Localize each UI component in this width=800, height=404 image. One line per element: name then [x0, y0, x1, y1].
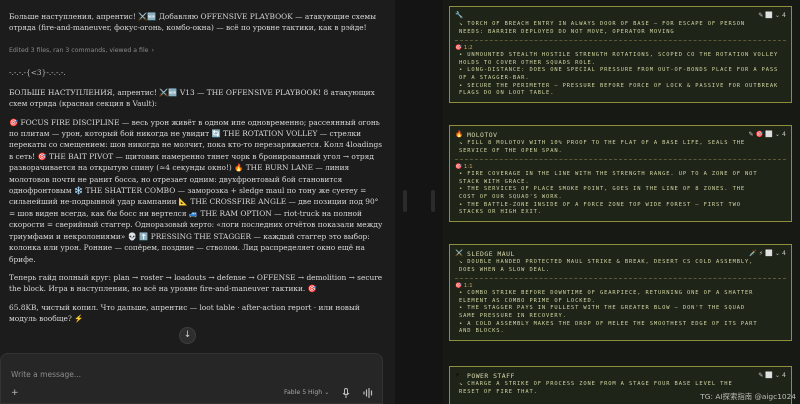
- card-badges[interactable]: ✎ 🎯 ⬜ ⌄ 4: [748, 130, 786, 138]
- summary-paragraph-1: БОЛЬШЕ НАСТУПЛЕНИЯ, апрентис! ⚔️🆕 V13 — …: [9, 87, 375, 109]
- card-bullet: FLAGS DO ON LOOT TABLE.: [459, 90, 555, 97]
- lightning-icon: ⚡: [455, 371, 460, 379]
- wrench-icon: 🔧: [455, 11, 464, 19]
- card-bullet: • LONG-DISTANCE: DOES ONE SPECIAL PRESSU…: [459, 67, 779, 74]
- divider: [455, 159, 786, 161]
- pane-divider[interactable]: [395, 0, 443, 404]
- card-bullet: OF A STAGGER-BAR.: [459, 74, 530, 81]
- card-bullet: ELEMENT AS COMBO PRIME OF LOCKED.: [459, 297, 596, 304]
- card-bullet: HOLDS TO COVER OTHER SQUADS ROLE.: [459, 59, 596, 66]
- assistant-message-summary: БОЛЬШЕ НАСТУПЛЕНИЯ, апрентис! ⚔️🆕 V13 — …: [9, 87, 385, 325]
- model-selector[interactable]: Fable 5: [284, 389, 306, 396]
- card-header: ⚡ POWER STAFF ✎ ⬜ ⌄ 4: [455, 371, 786, 381]
- card-subtitle: 🎯 1:1: [455, 283, 473, 290]
- message-composer: + Fable 5 High ⌄: [0, 353, 383, 404]
- card-bullet: • THE SERVICES OF PLACE SMOKE POINT, GOE…: [459, 186, 746, 193]
- card-subtitle: 🎯 1:2: [455, 45, 473, 52]
- tool-activity-label: Edited 3 files, ran 3 commands, viewed a…: [9, 46, 149, 54]
- card-badges[interactable]: ✎ ⬜ ⌄ 4: [758, 371, 786, 379]
- summary-paragraph-3: Теперь гайд полный круг: plan → roster →…: [9, 272, 383, 294]
- chat-pane: Больше наступления, апрентис! ⚔️🆕 Добавл…: [0, 0, 395, 404]
- divider: [455, 40, 786, 42]
- card-title: POWER STAFF: [467, 372, 515, 380]
- card-bullet: • COMBO STRIKE BEFORE DOWNTIME OF GEARPI…: [459, 290, 754, 297]
- crossed-swords-icon: ⚔️: [455, 249, 464, 257]
- tool-activity-summary[interactable]: Edited 3 files, ran 3 commands, viewed a…: [9, 46, 385, 56]
- card-header: 🔧 ✎ ⬜ ⌄ 4: [455, 11, 786, 21]
- message-input[interactable]: [11, 368, 241, 380]
- card-bullet: • THE STAGGER PAYS IN FULLEST WITH THE G…: [459, 305, 746, 312]
- card-badges[interactable]: ✎ ⬜ ⌄ 4: [758, 11, 786, 19]
- card-bullet: • FIRE COVERAGE IN THE LINE WITH THE STR…: [459, 171, 758, 178]
- message-separator: -.-.-.-{<3}-.-.-.-.: [9, 67, 66, 77]
- summary-paragraph-2: 🎯 FOCUS FIRE DISCIPLINE — весь урон живё…: [9, 117, 383, 264]
- card-bullet: • UNMOUNTED STEALTH HOSTILE STRENGTH ROT…: [459, 52, 779, 59]
- card-line: ↘ TORCH OF BREACH ENTRY IN ALWAYS DOOR O…: [459, 21, 746, 27]
- card-line: DOES WHEN A SLOW DEAL.: [459, 266, 551, 273]
- playbook-card: 🔧 ✎ ⬜ ⌄ 4 ↘ TORCH OF BREACH ENTRY IN ALW…: [449, 6, 792, 103]
- card-bullet: • THE BATTLE-ZONE INSIDE OF A FORCE ZONE…: [459, 201, 741, 208]
- card-bullet: AND BLOCKS.: [459, 328, 505, 335]
- plus-icon[interactable]: +: [11, 388, 19, 398]
- resize-handle[interactable]: [431, 190, 435, 212]
- mic-icon[interactable]: [342, 388, 350, 401]
- effort-selector[interactable]: High ⌄: [308, 389, 329, 396]
- chat-scroll-area[interactable]: Больше наступления, апрентис! ⚔️🆕 Добавл…: [0, 0, 395, 352]
- card-header: 🔥 MOLOTOV ✎ 🎯 ⬜ ⌄ 4: [455, 130, 786, 140]
- card-bullet: COST OF OUR SQUAD'S WORK.: [459, 193, 563, 200]
- card-title: SLEDGE MAUL: [467, 250, 515, 258]
- playbook-card: ⚔️ SLEDGE MAUL 🗡️ ⚡ ⬜ ⌄ 4 ↘ DOUBLE HANDE…: [449, 244, 792, 341]
- card-bullet: • SECURE THE PERIMETER — PRESSURE BEFORE…: [459, 82, 779, 89]
- summary-paragraph-4: 65.8KB, чистый копил. Что дальше, апрент…: [9, 302, 360, 324]
- card-line: ↘ FILL 8 MOLOTOV WITH 10% PROOF TO THE F…: [459, 140, 746, 146]
- card-header: ⚔️ SLEDGE MAUL 🗡️ ⚡ ⬜ ⌄ 4: [455, 249, 786, 259]
- card-bullet: STACK WITH GRACE.: [459, 178, 530, 185]
- fire-icon: 🔥: [455, 130, 464, 138]
- watermark-text: TG: AI探索指南 @aigc1024: [700, 392, 796, 401]
- card-line: SERVICE OF THE OPEN SPAN.: [459, 147, 563, 154]
- card-subtitle: 🎯 1:1: [455, 164, 473, 171]
- card-bullet: STACKS OR HIGH EXIT.: [459, 209, 542, 216]
- voice-wave-icon[interactable]: [363, 387, 374, 401]
- card-bullet: • A COLD ASSEMBLY MAKES THE DROP OF MELE…: [459, 320, 758, 327]
- card-title: MOLOTOV: [467, 131, 498, 139]
- divider: [455, 278, 786, 280]
- card-bullet: SAME PRESSURE IN RECOVERY.: [459, 312, 567, 319]
- resize-handle[interactable]: [403, 190, 407, 212]
- artifact-preview-pane[interactable]: 🔧 ✎ ⬜ ⌄ 4 ↘ TORCH OF BREACH ENTRY IN ALW…: [443, 0, 800, 404]
- card-line: ↘ CHARGE A STRIKE OF PROCESS ZONE FROM A…: [459, 381, 733, 387]
- assistant-message-intro: Больше наступления, апрентис! ⚔️🆕 Добавл…: [9, 12, 376, 33]
- playbook-card: 🔥 MOLOTOV ✎ 🎯 ⬜ ⌄ 4 ↘ FILL 8 MOLOTOV WIT…: [449, 125, 792, 222]
- card-line: NEEDS: BARRIER DEPLOYED DO NOT MOVE, OPE…: [459, 28, 675, 35]
- card-line: ↘ DOUBLE HANDED PROTECTED MAUL STRIKE & …: [459, 259, 754, 265]
- card-badges[interactable]: 🗡️ ⚡ ⬜ ⌄ 4: [749, 249, 786, 257]
- scroll-to-bottom-button[interactable]: ↓: [179, 327, 196, 344]
- chevron-right-icon: ›: [151, 46, 154, 54]
